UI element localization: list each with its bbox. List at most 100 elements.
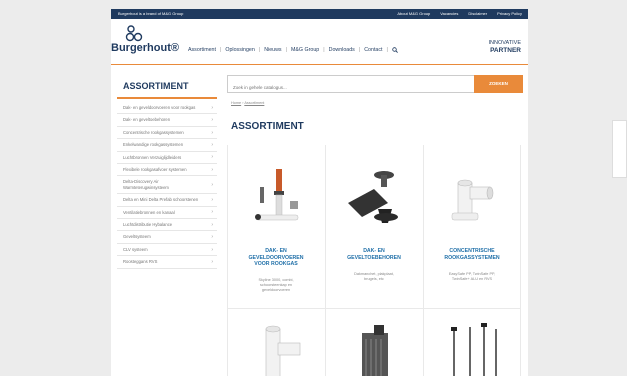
search-icon[interactable] <box>392 47 398 53</box>
concentric-flue-image <box>451 179 494 221</box>
mounting-rods-image <box>451 323 497 376</box>
product-card-geveltoebehoren[interactable]: DAK- EN GEVELTOEBEHOREN Dakmanchet, plak… <box>325 145 423 309</box>
nav-mg-group[interactable]: M&G Group <box>291 47 319 53</box>
site-header: Burgerhout® Assortiment | Oplossingen | Ni… <box>111 19 528 65</box>
chevron-right-icon: › <box>211 141 213 148</box>
page-title: ASSORTIMENT <box>231 121 304 132</box>
nav-separator: | <box>386 47 388 53</box>
product-card-concentrisch[interactable]: CONCENTRISCHE ROOKGASSYSTEMEN EasySafe P… <box>423 145 521 309</box>
nav-separator: | <box>258 47 261 53</box>
nav-contact[interactable]: Contact <box>364 47 382 53</box>
sidebar-item-label: Delta-Discovery Air Warmteterugwinsystee… <box>123 179 169 190</box>
card-desc-line: TwinSafe+ ALU en RVS <box>451 277 493 281</box>
vent-grille-image <box>362 325 388 376</box>
brand-line: Burgerhout is a brand of M&G Group <box>118 11 184 16</box>
logo-text[interactable]: Burgerhout® <box>111 42 179 54</box>
sidebar-item[interactable]: Dak- en geveldoorvoeren voor rookgas › <box>117 102 217 115</box>
sidebar-item-label: Ventilatiebronnen en kanaal <box>123 209 175 215</box>
link-privacy[interactable]: Privacy Policy <box>497 11 522 16</box>
nav-separator: | <box>358 47 361 53</box>
nav-separator: | <box>219 47 222 53</box>
utility-links: About M&G Group Vacancies Disclaimer Pri… <box>397 11 522 16</box>
nav-oplossingen[interactable]: Oplossingen <box>225 47 254 53</box>
roof-accessories-image <box>348 171 398 223</box>
nav-assortiment[interactable]: Assortiment <box>188 47 216 53</box>
chevron-right-icon: › <box>211 209 213 216</box>
sidebar-item[interactable]: Flexibele rookgasafvoer systemen › <box>117 164 217 177</box>
sidebar-item-label: Dak- en geveldoorvoeren voor rookgas <box>123 105 196 110</box>
sidebar-item-label: Roosteggans RVS <box>123 259 158 265</box>
chevron-right-icon: › <box>211 196 213 203</box>
card-description: EasySafe PP, TwinSafe PP, TwinSafe+ ALU … <box>428 272 516 282</box>
search-box: ZOEKEN <box>227 75 523 96</box>
sidebar-item[interactable]: Geveltsysteem › <box>117 231 217 244</box>
brand-strip: Burgerhout is a brand of M&G Group About… <box>111 9 528 19</box>
card-description: Dakmanchet, plakplaat, brugels, etc <box>330 272 418 282</box>
product-card-row2[interactable] <box>227 309 325 376</box>
sidebar-item-label: Dak- en geveltoebehoren <box>123 117 171 123</box>
sidebar-item-label: Concentrische rookgassystemen <box>123 129 184 135</box>
chevron-right-icon: › <box>211 129 213 136</box>
card-title[interactable]: DAK- EN GEVELTOEBEHOREN <box>326 248 422 261</box>
page-content: ASSORTIMENT Dak- en geveldoorvoeren voor… <box>111 65 528 376</box>
card-desc-line: geveldoorvoeren <box>261 288 291 292</box>
sidebar-item[interactable]: Ventilatiebronnen en kanaal › <box>117 207 217 220</box>
breadcrumb-home[interactable]: Home <box>231 101 241 105</box>
card-title-line: GEVELTOEBEHOREN <box>347 254 401 261</box>
link-vacancies[interactable]: Vacancies <box>440 11 458 16</box>
sidebar-item-label: Luchtbronnen Verzuiglijdleiders <box>123 154 182 160</box>
search-button[interactable]: ZOEKEN <box>474 75 523 93</box>
chevron-right-icon: › <box>211 117 213 124</box>
product-card-rookgas[interactable]: DAK- EN GEVELDOORVOEREN VOOR ROOKGAS Sky… <box>227 145 325 309</box>
link-about[interactable]: About M&G Group <box>397 11 430 16</box>
sidebar: ASSORTIMENT Dak- en geveldoorvoeren voor… <box>117 79 217 269</box>
sidebar-item[interactable]: CLV systeem › <box>117 244 217 257</box>
sidebar-item[interactable]: Delta-Discovery Air Warmteterugwinsystee… <box>117 176 217 195</box>
search-input[interactable] <box>228 79 472 96</box>
tagline-bottom: PARTNER <box>490 47 521 54</box>
product-card-row2[interactable] <box>325 309 423 376</box>
chevron-right-icon: › <box>211 181 213 188</box>
card-title[interactable]: CONCENTRISCHE ROOKGASSYSTEMEN <box>424 248 520 261</box>
nav-separator: | <box>285 47 287 53</box>
sidebar-item[interactable]: Luchtbronnen Verzuiglijdleiders › <box>117 152 217 165</box>
link-disclaimer[interactable]: Disclaimer <box>468 11 487 16</box>
sidebar-item-label: Luchtdistributie Hybalance <box>123 222 173 228</box>
sidebar-title: ASSORTIMENT <box>117 79 217 99</box>
chevron-right-icon: › <box>211 234 213 241</box>
sidebar-item[interactable]: Dak- en geveltoebehoren › <box>117 114 217 127</box>
sidebar-item-label: CLV systeem <box>123 246 148 252</box>
sidebar-item-label: Delta en Mini Delta Prefab schoorstenen <box>123 197 199 203</box>
nav-downloads[interactable]: Downloads <box>329 47 355 53</box>
sidebar-item[interactable]: Enkelwandige rookgassystemen › <box>117 139 217 152</box>
card-title[interactable]: DAK- EN GEVELDOORVOEREN VOOR ROOKGAS <box>228 248 324 268</box>
sidebar-item[interactable]: Delta en Mini Delta Prefab schoorstenen › <box>117 194 217 207</box>
card-description: Skyline 3000, combi, schoorsteenkap en g… <box>232 278 320 293</box>
tagline: INNOVATIVE PARTNER <box>489 40 522 54</box>
breadcrumb-current[interactable]: Assortiment <box>244 101 264 105</box>
chevron-right-icon: › <box>211 246 213 253</box>
side-widget[interactable] <box>612 120 627 178</box>
chevron-right-icon: › <box>211 104 213 111</box>
sidebar-item[interactable]: Luchtdistributie Hybalance › <box>117 219 217 232</box>
sidebar-item-label: Enkelwandige rookgassystemen <box>123 142 184 148</box>
breadcrumb: Home › Assortiment <box>231 101 264 105</box>
tagline-top: INNOVATIVE <box>488 40 522 46</box>
chevron-right-icon: › <box>211 221 213 228</box>
sidebar-item-label: Geveltsysteem <box>123 234 151 240</box>
card-desc-line: brugels, etc <box>364 277 384 281</box>
product-card-row2[interactable] <box>423 309 521 376</box>
roof-terminal-image <box>255 169 299 221</box>
main-nav: Assortiment | Oplossingen | Nieuws | M&G Gr… <box>188 47 398 53</box>
sidebar-item[interactable]: Roosteggans RVS › <box>117 256 217 269</box>
logo-mark-icon[interactable] <box>125 25 143 42</box>
pipe-fitting-image <box>265 325 301 376</box>
chevron-right-icon: › <box>211 258 213 265</box>
chevron-right-icon: › <box>211 166 213 173</box>
card-title-line: ROOKGASSYSTEMEN <box>444 254 500 261</box>
sidebar-item-label: Flexibele rookgasafvoer systemen <box>123 167 187 173</box>
sidebar-item[interactable]: Concentrische rookgassystemen › <box>117 127 217 140</box>
chevron-right-icon: › <box>211 154 213 161</box>
card-title-line: VOOR ROOKGAS <box>254 261 298 267</box>
nav-nieuws[interactable]: Nieuws <box>264 47 281 53</box>
